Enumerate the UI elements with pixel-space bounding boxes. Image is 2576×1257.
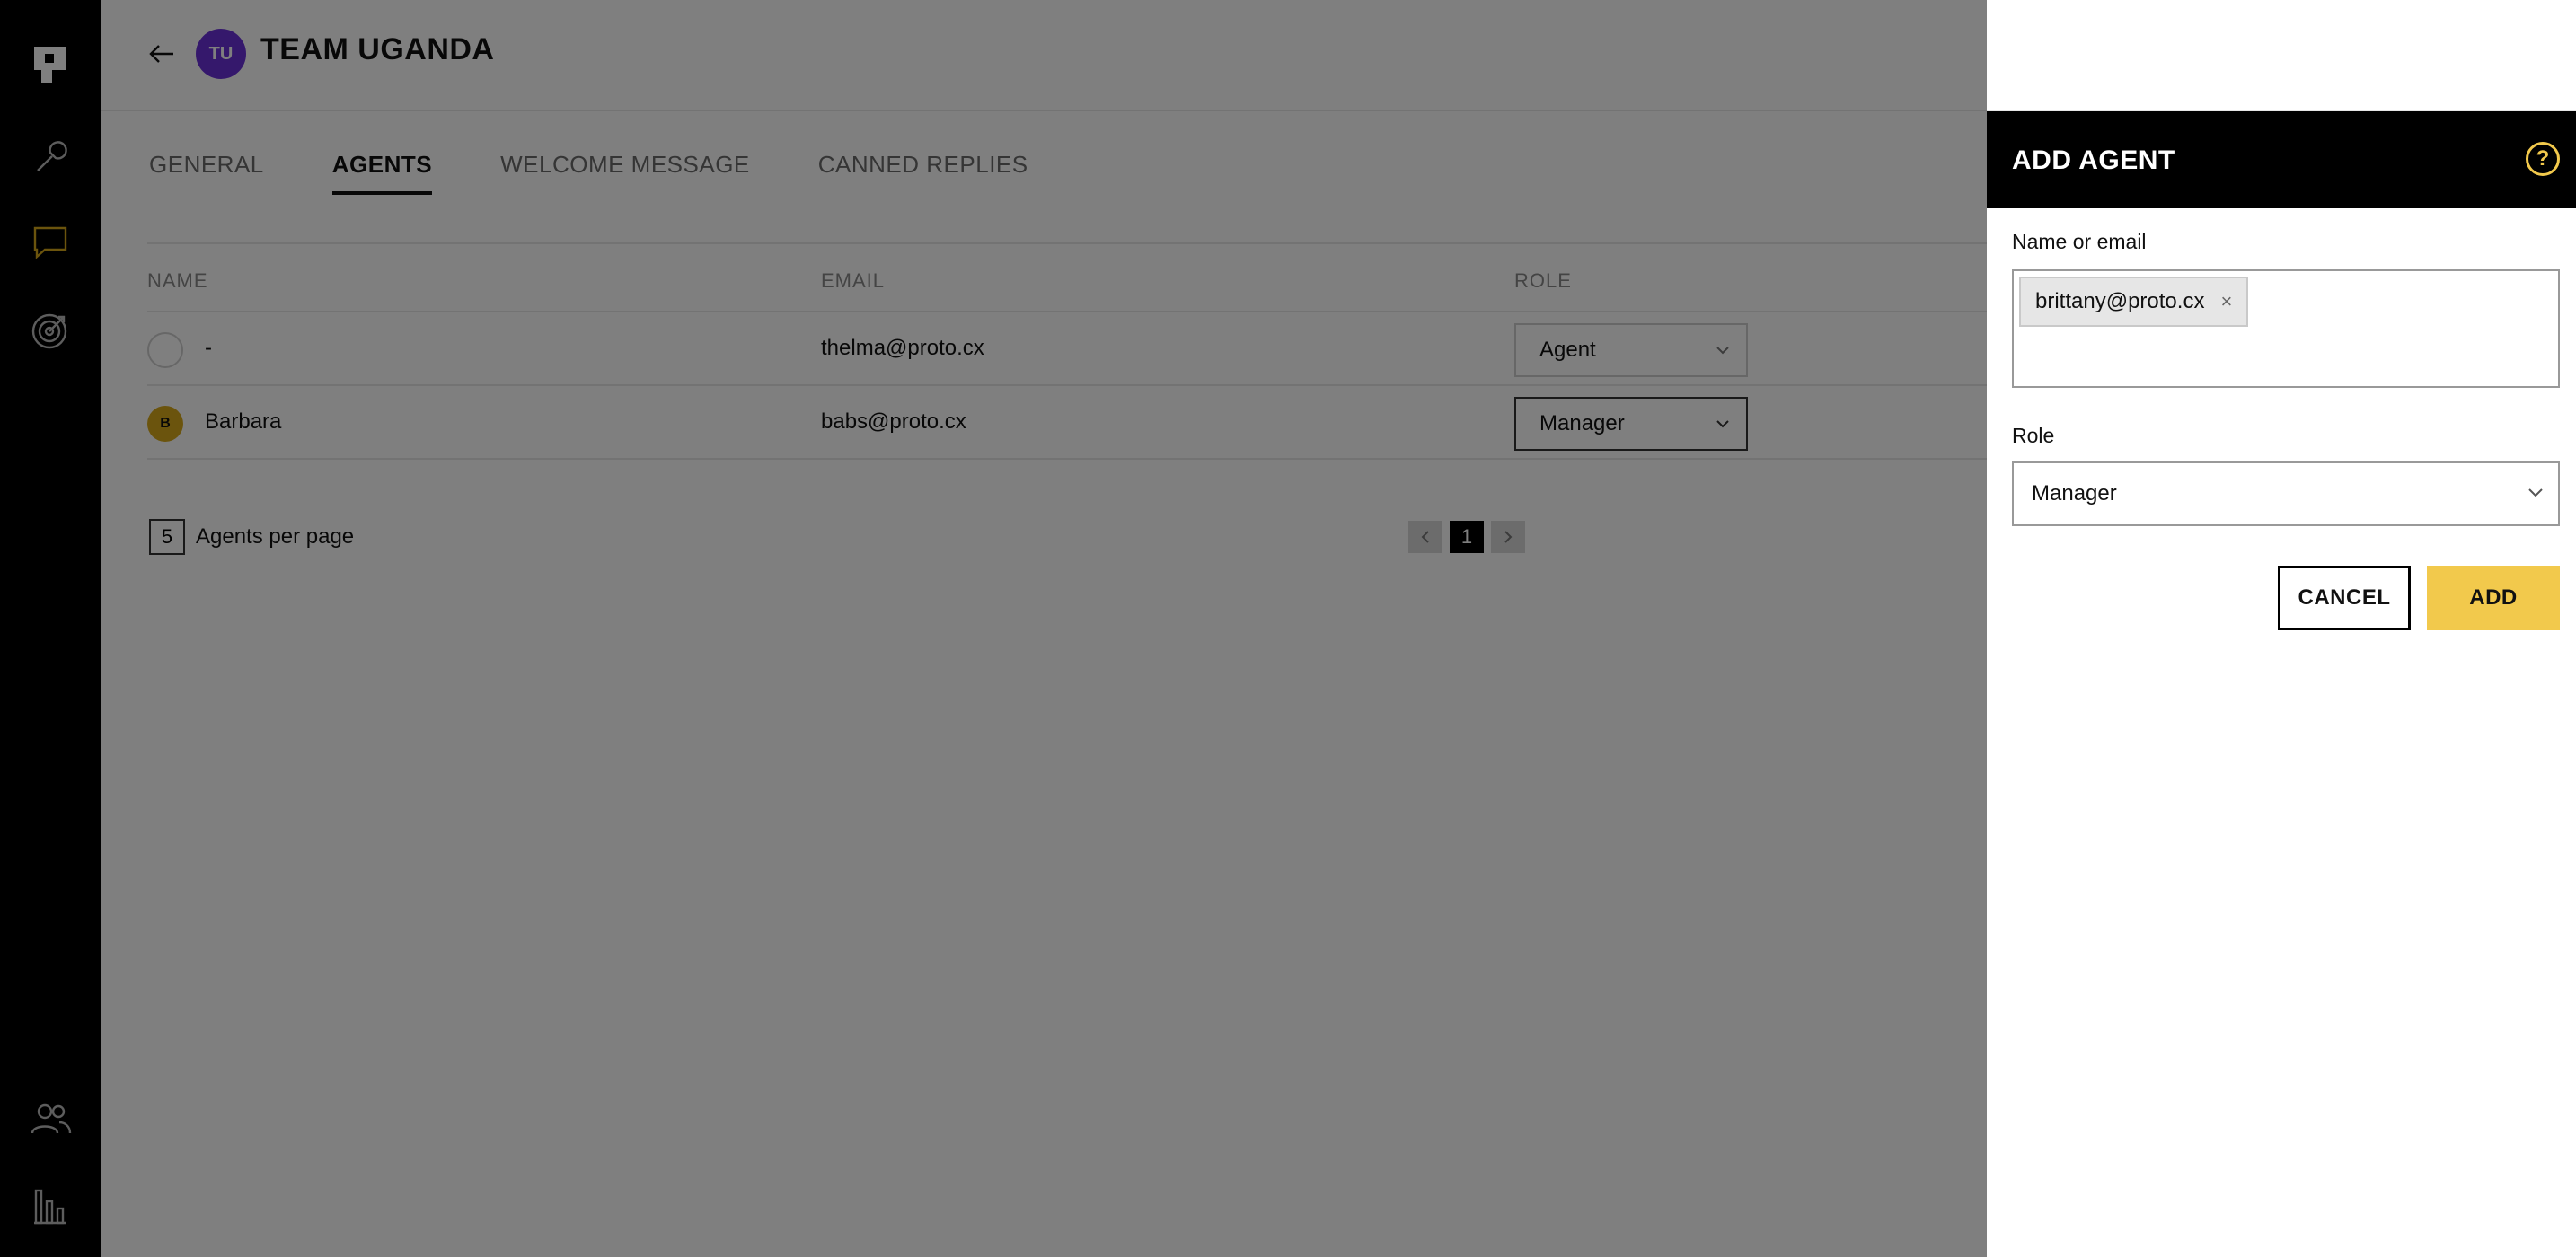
role-label: Role xyxy=(2012,424,2055,447)
role-dropdown-value: Manager xyxy=(2032,481,2117,505)
cancel-button[interactable]: CANCEL xyxy=(2278,566,2411,630)
remove-chip-icon[interactable]: × xyxy=(2220,290,2232,313)
chevron-down-icon xyxy=(2528,488,2543,497)
help-icon[interactable]: ? xyxy=(2526,142,2560,176)
role-dropdown[interactable]: Manager xyxy=(2012,461,2560,526)
email-chip: brittany@proto.cx × xyxy=(2019,277,2249,327)
add-button[interactable]: ADD xyxy=(2427,566,2560,630)
add-agent-panel: ADD AGENT ? Name or email brittany@proto… xyxy=(1987,111,2576,1257)
name-or-email-field[interactable]: brittany@proto.cx × xyxy=(2012,269,2560,388)
modal-backdrop[interactable] xyxy=(0,0,1987,1257)
email-chip-label: brittany@proto.cx xyxy=(2035,289,2205,313)
name-or-email-label: Name or email xyxy=(2012,230,2147,253)
panel-title: ADD AGENT xyxy=(2012,145,2175,175)
panel-header: ADD AGENT ? xyxy=(1987,111,2576,208)
